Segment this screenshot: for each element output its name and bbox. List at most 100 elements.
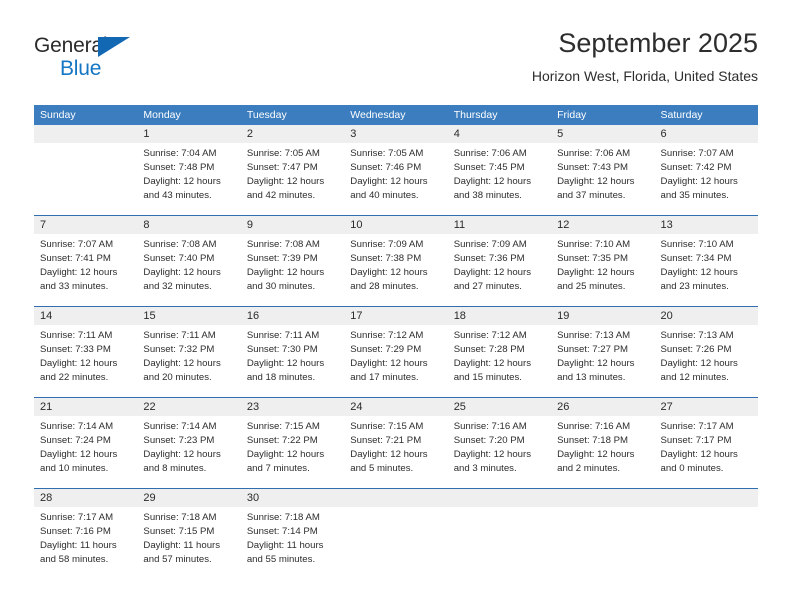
day-cell[interactable]: Sunrise: 7:15 AM Sunset: 7:21 PM Daylight:… xyxy=(344,416,447,488)
day-detail-line: and 38 minutes. xyxy=(453,190,522,201)
day-detail-line: Sunset: 7:43 PM xyxy=(557,162,629,173)
day-number[interactable]: 8 xyxy=(137,216,240,234)
day-number[interactable]: 16 xyxy=(241,307,344,325)
day-number[interactable]: 29 xyxy=(137,489,240,507)
day-cell[interactable]: Sunrise: 7:12 AM Sunset: 7:29 PM Daylight:… xyxy=(344,325,447,397)
day-detail-line: Daylight: 12 hours xyxy=(660,176,738,187)
day-number[interactable]: 9 xyxy=(241,216,344,234)
day-detail-line: Daylight: 12 hours xyxy=(143,449,221,460)
day-number[interactable]: 3 xyxy=(344,125,447,143)
day-cell[interactable]: Sunrise: 7:17 AM Sunset: 7:16 PM Daylight:… xyxy=(34,507,137,579)
day-cell[interactable]: Sunrise: 7:09 AM Sunset: 7:38 PM Daylight:… xyxy=(344,234,447,306)
day-number[interactable]: 12 xyxy=(551,216,654,234)
day-cell[interactable]: Sunrise: 7:18 AM Sunset: 7:15 PM Daylight:… xyxy=(137,507,240,579)
day-cell[interactable]: Sunrise: 7:07 AM Sunset: 7:42 PM Daylight:… xyxy=(655,143,758,215)
day-number[interactable]: 2 xyxy=(241,125,344,143)
day-number-empty xyxy=(448,489,551,507)
day-cell[interactable]: Sunrise: 7:16 AM Sunset: 7:18 PM Daylight:… xyxy=(551,416,654,488)
day-detail-line: Sunrise: 7:09 AM xyxy=(453,239,527,250)
weekday-header-thursday: Thursday xyxy=(453,109,498,121)
day-detail-line: Daylight: 12 hours xyxy=(246,449,325,460)
day-number[interactable]: 21 xyxy=(34,398,137,416)
day-cell[interactable]: Sunrise: 7:07 AM Sunset: 7:41 PM Daylight:… xyxy=(34,234,137,306)
day-number[interactable]: 11 xyxy=(448,216,551,234)
day-number[interactable]: 18 xyxy=(448,307,551,325)
day-cell-empty xyxy=(551,507,654,579)
day-detail-line: Daylight: 12 hours xyxy=(143,358,221,369)
day-number[interactable]: 7 xyxy=(34,216,137,234)
day-detail-line: and 58 minutes. xyxy=(40,554,109,565)
day-cell[interactable]: Sunrise: 7:10 AM Sunset: 7:34 PM Daylight:… xyxy=(655,234,758,306)
day-number[interactable]: 28 xyxy=(34,489,137,507)
day-detail-line: Daylight: 12 hours xyxy=(40,358,118,369)
weekday-header-monday: Monday xyxy=(143,109,181,121)
day-detail-line: and 3 minutes. xyxy=(453,463,517,474)
day-number[interactable]: 30 xyxy=(241,489,344,507)
day-number[interactable]: 6 xyxy=(655,125,758,143)
day-cell[interactable]: Sunrise: 7:12 AM Sunset: 7:28 PM Daylight:… xyxy=(448,325,551,397)
day-cell[interactable]: Sunrise: 7:09 AM Sunset: 7:36 PM Daylight:… xyxy=(448,234,551,306)
day-detail-line: Sunrise: 7:18 AM xyxy=(143,512,217,523)
day-number[interactable]: 13 xyxy=(655,216,758,234)
day-number[interactable]: 25 xyxy=(448,398,551,416)
day-number[interactable]: 17 xyxy=(344,307,447,325)
day-cell[interactable]: Sunrise: 7:11 AM Sunset: 7:33 PM Daylight:… xyxy=(34,325,137,397)
day-cell[interactable]: Sunrise: 7:16 AM Sunset: 7:20 PM Daylight:… xyxy=(448,416,551,488)
day-detail-line: Sunrise: 7:10 AM xyxy=(557,239,631,250)
day-cell[interactable]: Sunrise: 7:08 AM Sunset: 7:40 PM Daylight:… xyxy=(137,234,240,306)
day-detail-line: Sunset: 7:17 PM xyxy=(660,435,732,446)
general-blue-logo[interactable]: General Blue xyxy=(34,34,154,86)
page-title: September 2025 xyxy=(558,28,758,58)
day-detail-line: Daylight: 11 hours xyxy=(246,540,324,551)
day-detail-line: Sunrise: 7:11 AM xyxy=(40,330,113,341)
day-detail-line: Sunset: 7:47 PM xyxy=(246,162,318,173)
logo-triangle-icon xyxy=(98,37,130,57)
day-detail-line: Sunset: 7:36 PM xyxy=(453,253,525,264)
day-cell[interactable]: Sunrise: 7:04 AM Sunset: 7:48 PM Daylight:… xyxy=(137,143,240,215)
day-cell[interactable]: Sunrise: 7:11 AM Sunset: 7:32 PM Daylight:… xyxy=(137,325,240,397)
day-cell[interactable]: Sunrise: 7:05 AM Sunset: 7:47 PM Daylight:… xyxy=(241,143,344,215)
day-number[interactable]: 23 xyxy=(241,398,344,416)
day-number[interactable]: 22 xyxy=(137,398,240,416)
day-detail-line: and 17 minutes. xyxy=(350,372,419,383)
day-cell[interactable]: Sunrise: 7:06 AM Sunset: 7:43 PM Daylight:… xyxy=(551,143,654,215)
day-detail-line: Sunrise: 7:09 AM xyxy=(350,239,424,250)
day-detail-line: Daylight: 12 hours xyxy=(453,176,532,187)
day-cell[interactable]: Sunrise: 7:13 AM Sunset: 7:27 PM Daylight:… xyxy=(551,325,654,397)
day-cell[interactable]: Sunrise: 7:14 AM Sunset: 7:23 PM Daylight:… xyxy=(137,416,240,488)
day-number[interactable]: 19 xyxy=(551,307,654,325)
day-number[interactable]: 10 xyxy=(344,216,447,234)
calendar-week-row: 1 2 3 4 5 6 Sunrise: 7:04 AM Sunset: 7:48 PM Day… xyxy=(34,125,758,215)
day-cell[interactable]: Sunrise: 7:10 AM Sunset: 7:35 PM Daylight:… xyxy=(551,234,654,306)
day-detail-line: Sunrise: 7:14 AM xyxy=(40,421,114,432)
day-detail-line: Daylight: 12 hours xyxy=(246,358,325,369)
day-detail-line: Sunset: 7:38 PM xyxy=(350,253,422,264)
day-detail-line: and 43 minutes. xyxy=(143,190,212,201)
day-detail-line: Sunset: 7:34 PM xyxy=(660,253,732,264)
day-cell[interactable]: Sunrise: 7:11 AM Sunset: 7:30 PM Daylight:… xyxy=(241,325,344,397)
day-number[interactable]: 5 xyxy=(551,125,654,143)
day-cell[interactable]: Sunrise: 7:14 AM Sunset: 7:24 PM Daylight:… xyxy=(34,416,137,488)
day-detail-line: Sunset: 7:46 PM xyxy=(350,162,422,173)
day-number[interactable]: 14 xyxy=(34,307,137,325)
day-cell[interactable]: Sunrise: 7:18 AM Sunset: 7:14 PM Daylight:… xyxy=(241,507,344,579)
day-number[interactable]: 27 xyxy=(655,398,758,416)
day-detail-line: Sunrise: 7:08 AM xyxy=(143,239,217,250)
day-cell[interactable]: Sunrise: 7:08 AM Sunset: 7:39 PM Daylight:… xyxy=(241,234,344,306)
day-detail-line: Sunrise: 7:06 AM xyxy=(557,148,631,159)
day-number[interactable]: 20 xyxy=(655,307,758,325)
day-number[interactable]: 26 xyxy=(551,398,654,416)
day-number[interactable]: 24 xyxy=(344,398,447,416)
day-cell[interactable]: Sunrise: 7:17 AM Sunset: 7:17 PM Daylight:… xyxy=(655,416,758,488)
day-cell-empty xyxy=(448,507,551,579)
day-number[interactable]: 4 xyxy=(448,125,551,143)
day-number[interactable]: 15 xyxy=(137,307,240,325)
day-cell[interactable]: Sunrise: 7:05 AM Sunset: 7:46 PM Daylight:… xyxy=(344,143,447,215)
calendar-week-row: 21 22 23 24 25 26 27 Sunrise: 7:14 AM Sunset: 7:… xyxy=(34,397,758,488)
day-cell[interactable]: Sunrise: 7:13 AM Sunset: 7:26 PM Daylight:… xyxy=(655,325,758,397)
day-cell[interactable]: Sunrise: 7:15 AM Sunset: 7:22 PM Daylight:… xyxy=(241,416,344,488)
day-number[interactable]: 1 xyxy=(137,125,240,143)
day-detail-line: Daylight: 12 hours xyxy=(660,267,738,278)
day-detail-line: Sunrise: 7:18 AM xyxy=(246,512,320,523)
day-cell[interactable]: Sunrise: 7:06 AM Sunset: 7:45 PM Daylight:… xyxy=(448,143,551,215)
